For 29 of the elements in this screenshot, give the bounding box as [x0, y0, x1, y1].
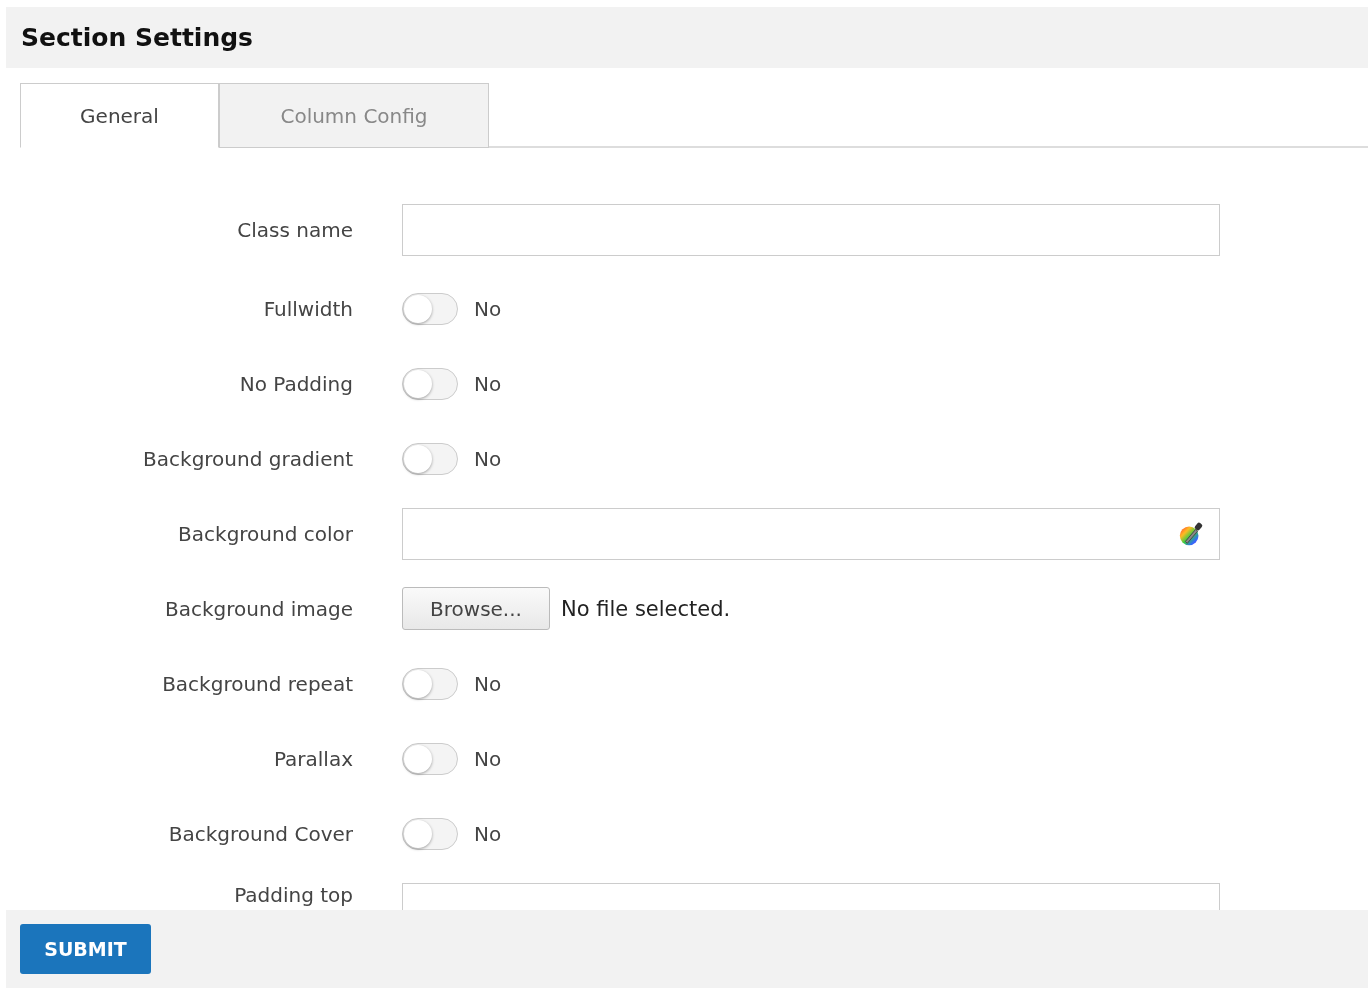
toggle-state: No	[474, 671, 502, 696]
toggle-state: No	[474, 746, 502, 771]
color-field[interactable]	[402, 507, 1220, 560]
field-label: Background color	[177, 521, 353, 546]
toggle-state: No	[474, 446, 502, 471]
browse-button[interactable]: Browse...	[402, 587, 550, 630]
field-label: Background Cover	[167, 821, 353, 846]
field-label: Background image	[164, 596, 353, 621]
toggle-switch[interactable]	[402, 292, 458, 325]
toggle-switch[interactable]	[402, 667, 458, 700]
submit-button[interactable]: SUBMIT	[20, 924, 151, 974]
field-label: Padding top	[233, 883, 353, 907]
file-status: No file selected.	[561, 596, 731, 621]
field-label: Background repeat	[161, 671, 353, 696]
dialog-title: Section Settings	[21, 23, 253, 52]
field-label: Class name	[236, 218, 353, 242]
text-field[interactable]	[402, 204, 1220, 256]
tab[interactable]: General	[20, 83, 219, 148]
toggle-switch[interactable]	[402, 367, 458, 400]
toggle-state: No	[474, 371, 502, 396]
field-label: Parallax	[272, 746, 353, 771]
toggle-switch[interactable]	[402, 442, 458, 475]
field-label: Background gradient	[142, 446, 353, 471]
field-label: No Padding	[238, 371, 353, 396]
toggle-state: No	[474, 821, 502, 846]
toggle-state: No	[474, 296, 502, 321]
toggle-switch[interactable]	[402, 817, 458, 850]
toggle-switch[interactable]	[402, 742, 458, 775]
field-label: Fullwidth	[262, 296, 353, 321]
